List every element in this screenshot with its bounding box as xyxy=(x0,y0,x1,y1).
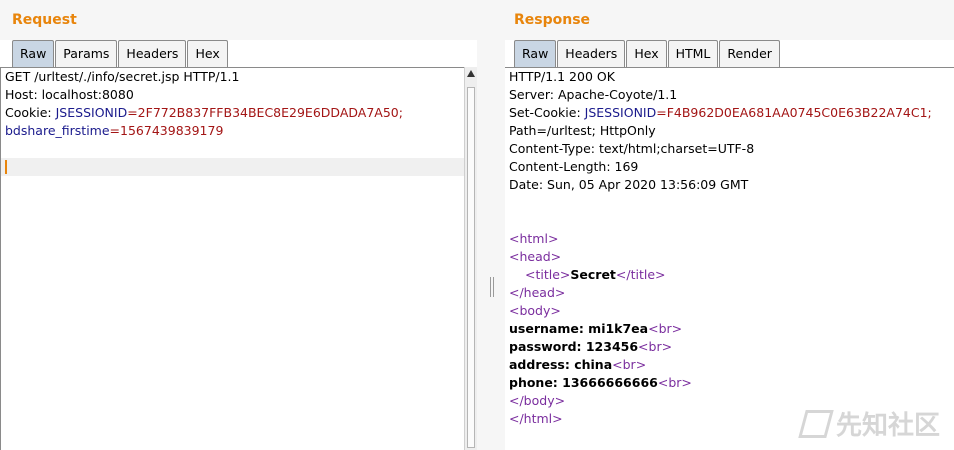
scroll-thumb[interactable] xyxy=(467,87,475,448)
address-line: address: china<br> xyxy=(509,357,647,372)
status-line: HTTP/1.1 200 OK xyxy=(509,69,615,84)
response-editor[interactable]: HTTP/1.1 200 OK Server: Apache-Coyote/1.… xyxy=(505,67,954,450)
head-open-line: <head> xyxy=(509,249,562,264)
phone-line: phone: 13666666666<br> xyxy=(509,375,692,390)
host-header: Host: localhost:8080 xyxy=(5,87,134,102)
response-tab-html[interactable]: HTML xyxy=(667,40,719,67)
cookie-header: Cookie: JSESSIONID=2F772B837FFB34BEC8E29… xyxy=(5,105,403,120)
watermark-logo-icon xyxy=(798,409,834,438)
divider-grip-icon[interactable] xyxy=(490,277,494,297)
request-tab-headers[interactable]: Headers xyxy=(118,40,187,67)
request-line: GET /urltest/./info/secret.jsp HTTP/1.1 xyxy=(5,69,240,84)
text-caret xyxy=(5,160,7,174)
request-tab-raw[interactable]: Raw xyxy=(12,40,55,67)
response-title: Response xyxy=(514,12,591,28)
date-header: Date: Sun, 05 Apr 2020 13:56:09 GMT xyxy=(509,177,749,192)
html-open-line: <html> xyxy=(509,231,559,246)
head-close-line: </head> xyxy=(509,285,566,300)
response-tab-hex[interactable]: Hex xyxy=(626,40,667,67)
password-line: password: 123456<br> xyxy=(509,339,673,354)
title-line: <title>Secret</title> xyxy=(525,267,666,282)
pane-divider[interactable] xyxy=(477,0,505,450)
response-tab-render[interactable]: Render xyxy=(719,40,780,67)
scroll-up-arrow-icon[interactable] xyxy=(467,70,475,77)
cursor-line[interactable] xyxy=(1,158,464,176)
request-tab-params[interactable]: Params xyxy=(55,40,118,67)
request-tab-hex[interactable]: Hex xyxy=(187,40,228,67)
response-tabs: Raw Headers Hex HTML Render xyxy=(514,40,781,67)
content-length-header: Content-Length: 169 xyxy=(509,159,639,174)
cookie-path: Path=/urltest; HttpOnly xyxy=(509,123,656,138)
request-scrollbar[interactable] xyxy=(464,67,477,450)
request-title: Request xyxy=(12,12,77,28)
content-type-header: Content-Type: text/html;charset=UTF-8 xyxy=(509,141,755,156)
cookie-continuation: bdshare_firstime=1567439839179 xyxy=(5,123,224,138)
request-tabs: Raw Params Headers Hex xyxy=(12,40,229,67)
username-line: username: mi1k7ea<br> xyxy=(509,321,683,336)
server-header: Server: Apache-Coyote/1.1 xyxy=(509,87,678,102)
response-tab-raw[interactable]: Raw xyxy=(514,40,557,67)
watermark-text: 先知社区 xyxy=(835,411,940,441)
response-tab-headers[interactable]: Headers xyxy=(557,40,626,67)
set-cookie-header: Set-Cookie: JSESSIONID=F4B962D0EA681AA07… xyxy=(509,105,932,120)
request-editor[interactable]: GET /urltest/./info/secret.jsp HTTP/1.1 … xyxy=(0,67,464,450)
watermark: 先知社区 xyxy=(798,405,940,442)
body-open-line: <body> xyxy=(509,303,561,318)
